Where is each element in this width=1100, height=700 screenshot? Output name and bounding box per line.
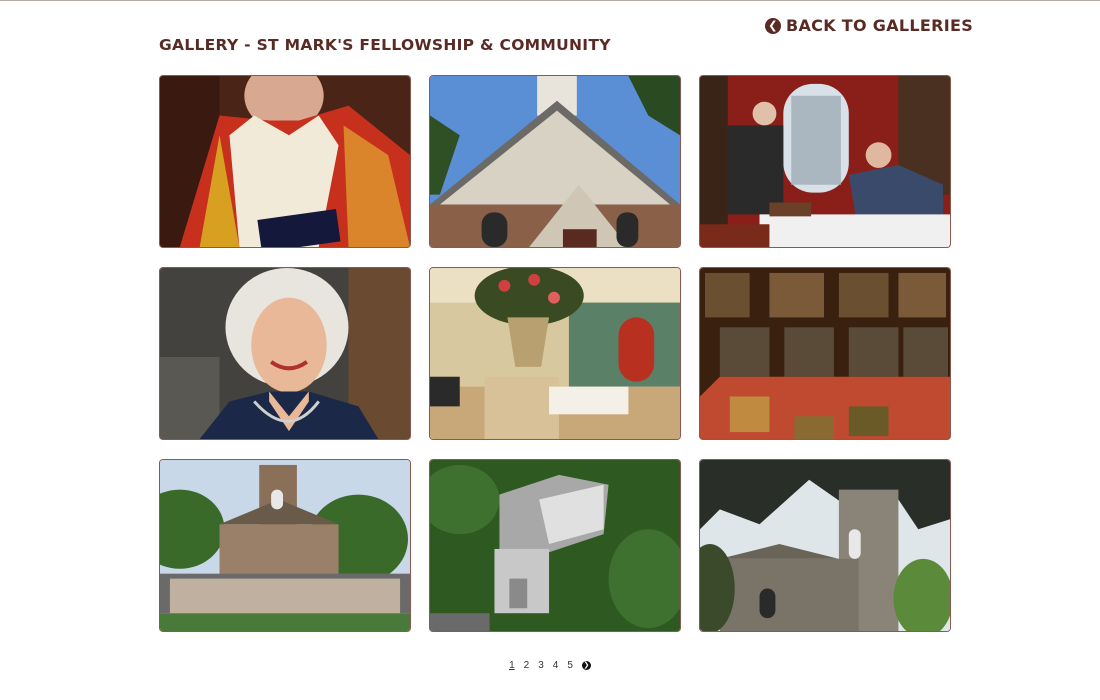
page-link-4[interactable]: 4 (553, 660, 559, 671)
pagination: 1 2 3 4 5 ❯ (0, 660, 1100, 671)
page-link-3[interactable]: 3 (538, 660, 544, 671)
gallery-photo-4[interactable] (159, 267, 411, 440)
photo-stone-tower (700, 460, 950, 631)
photo-clergy (160, 76, 410, 247)
gallery-photo-6[interactable] (699, 267, 951, 440)
page-link-5[interactable]: 5 (567, 660, 573, 671)
page-link-1[interactable]: 1 (509, 660, 515, 671)
photo-grid (159, 75, 951, 632)
back-label: BACK TO GALLERIES (786, 16, 974, 35)
next-page-icon[interactable]: ❯ (581, 661, 591, 670)
photo-men-with-books (700, 76, 950, 247)
gallery-photo-5[interactable] (429, 267, 681, 440)
gallery-photo-9[interactable] (699, 459, 951, 632)
photo-congregation (160, 460, 410, 631)
page-link-2[interactable]: 2 (524, 660, 530, 671)
page-title: GALLERY - ST MARK'S FELLOWSHIP & COMMUNI… (159, 36, 611, 54)
photo-library-table (700, 268, 950, 439)
top-divider (0, 0, 1100, 1)
photo-woman-portrait (160, 268, 410, 439)
chevron-left-icon: ❮ (765, 17, 781, 34)
photo-aerial-church (430, 460, 680, 631)
gallery-photo-7[interactable] (159, 459, 411, 632)
gallery-photo-8[interactable] (429, 459, 681, 632)
gallery-photo-1[interactable] (159, 75, 411, 248)
gallery-photo-3[interactable] (699, 75, 951, 248)
back-to-galleries-link[interactable]: ❮ BACK TO GALLERIES (765, 16, 973, 35)
gallery-photo-2[interactable] (429, 75, 681, 248)
photo-church-roof (430, 76, 680, 247)
photo-hall-reception (430, 268, 680, 439)
